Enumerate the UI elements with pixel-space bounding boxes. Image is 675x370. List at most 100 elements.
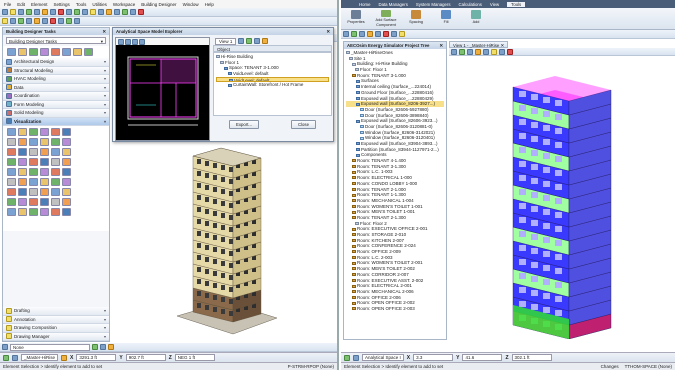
level-manager-icon[interactable] (74, 9, 80, 15)
new-file-icon[interactable] (2, 9, 8, 15)
task-category[interactable]: Solid Modeling ▾ (3, 109, 109, 118)
close-icon[interactable]: ✕ (102, 29, 106, 34)
key-in-icon[interactable] (106, 9, 112, 15)
color-icon[interactable] (100, 344, 106, 350)
z-coordinate[interactable]: 302.1 ft (511, 354, 552, 361)
y-coordinate[interactable]: 41.6 (462, 354, 503, 361)
lock-icon[interactable] (138, 9, 144, 15)
visualization-tool-icon[interactable] (51, 148, 60, 156)
zoom-in-icon[interactable] (459, 48, 465, 55)
pan-view-icon[interactable] (491, 48, 497, 55)
class-icon[interactable] (391, 31, 397, 37)
visualization-tool-icon[interactable] (51, 168, 60, 176)
visualization-tool-icon[interactable] (62, 178, 71, 186)
x-coordinate[interactable]: 3291.3 ft (76, 354, 117, 361)
priority-icon[interactable] (50, 18, 56, 24)
ribbon-button[interactable]: Properties (345, 10, 367, 27)
visualization-tool-icon[interactable] (7, 188, 16, 196)
visualization-tool-icon[interactable] (7, 208, 16, 216)
pan-view-icon[interactable] (139, 38, 145, 45)
object-column-header[interactable]: Object (213, 45, 332, 52)
visualization-tool-icon[interactable] (29, 138, 38, 146)
visualization-tool-icon[interactable] (29, 128, 38, 136)
task-category[interactable]: Drawing Composition ▾ (3, 324, 109, 333)
fence-icon[interactable] (18, 48, 27, 56)
task-category[interactable]: Drafting ▾ (3, 307, 109, 316)
snap-mode-icon[interactable] (353, 354, 359, 361)
fit-view-icon[interactable] (475, 48, 481, 55)
visualization-tool-icon[interactable] (29, 198, 38, 206)
element-icon[interactable] (351, 31, 357, 37)
accudraw-icon[interactable] (3, 354, 9, 361)
print-icon[interactable] (26, 9, 32, 15)
snap-icon[interactable] (66, 18, 72, 24)
close-icon[interactable]: ✕ (326, 29, 330, 34)
active-level[interactable]: TTHOM-SPACE (None) (625, 364, 672, 369)
zoom-out-icon[interactable] (467, 48, 473, 55)
visualization-tool-icon[interactable] (7, 178, 16, 186)
view-select[interactable]: Analytical Space I (362, 354, 404, 361)
visualization-tool-icon[interactable] (51, 198, 60, 206)
visualization-tool-icon[interactable] (7, 148, 16, 156)
visualization-tool-icon[interactable] (51, 208, 60, 216)
export-button[interactable]: Export... (228, 120, 259, 129)
close-icon[interactable]: ✕ (500, 43, 504, 48)
select-icon[interactable] (343, 31, 349, 37)
template-icon[interactable] (58, 18, 64, 24)
visualization-tool-icon[interactable] (40, 178, 49, 186)
active-level[interactable]: P-STRM-RPOP (None) (288, 364, 334, 369)
move-icon[interactable] (29, 48, 38, 56)
undo-icon[interactable] (58, 9, 64, 15)
z-coordinate[interactable]: NEG 1 ft (174, 354, 215, 361)
visualization-tool-icon[interactable] (51, 188, 60, 196)
ribbon-tab[interactable]: Calculations (459, 2, 482, 7)
visualization-tool-icon[interactable] (40, 168, 49, 176)
ribbon-tab[interactable]: System Managers (416, 2, 451, 7)
level-dropdown[interactable]: None (10, 343, 90, 351)
references-icon[interactable] (82, 9, 88, 15)
view-select[interactable]: View 1 (215, 37, 237, 45)
visualization-tool-icon[interactable] (18, 148, 27, 156)
task-category[interactable]: Drawing Manager ▾ (3, 332, 109, 341)
task-category[interactable]: Coordination ▾ (3, 92, 109, 101)
accudraw-icon[interactable] (344, 354, 350, 361)
visualization-tool-icon[interactable] (51, 178, 60, 186)
ribbon-button[interactable]: Fill (435, 10, 457, 27)
visualization-tool-icon[interactable] (7, 128, 16, 136)
menu-item[interactable]: Building Designer (139, 2, 178, 7)
view-tab[interactable]: View 1 - _Master-HiRise ✕ (449, 41, 509, 48)
view-select[interactable]: _Master-HiRise (21, 354, 59, 361)
energy-model-3d-render[interactable] (449, 57, 675, 339)
zoom-in-icon[interactable] (118, 38, 124, 45)
ribbon-button[interactable]: Spacing (405, 10, 427, 27)
raster-icon[interactable] (90, 9, 96, 15)
visualization-tool-icon[interactable] (7, 158, 16, 166)
visualization-tool-icon[interactable] (51, 128, 60, 136)
element-attributes-icon[interactable] (2, 18, 8, 24)
zoom-out-icon[interactable] (125, 38, 131, 45)
redo-icon[interactable] (66, 9, 72, 15)
visualization-tool-icon[interactable] (40, 188, 49, 196)
ribbon-tab[interactable]: View (490, 2, 499, 7)
floor-plan-preview[interactable] (116, 45, 209, 140)
menu-item[interactable]: Tools (74, 2, 89, 7)
view-attributes-icon[interactable] (451, 48, 457, 55)
visualization-tool-icon[interactable] (7, 198, 16, 206)
ribbon-tab[interactable]: Data Managers (378, 2, 407, 7)
visualization-tool-icon[interactable] (18, 158, 27, 166)
visualization-tool-icon[interactable] (18, 128, 27, 136)
menu-item[interactable]: File (2, 2, 13, 7)
menu-item[interactable]: Element (29, 2, 50, 7)
models-icon[interactable] (98, 9, 104, 15)
scale-icon[interactable] (62, 48, 71, 56)
menu-item[interactable]: Workspace (111, 2, 137, 7)
rotate-view-icon[interactable] (483, 48, 489, 55)
refresh-icon[interactable] (246, 38, 253, 44)
visualization-tool-icon[interactable] (29, 208, 38, 216)
menu-item[interactable]: Edit (15, 2, 27, 7)
ribbon-button[interactable]: Add Surface Component (375, 10, 397, 27)
snap-mode-icon[interactable] (12, 354, 18, 361)
close-icon[interactable]: ✕ (439, 43, 443, 48)
visualization-tool-icon[interactable] (40, 208, 49, 216)
transparency-icon[interactable] (34, 18, 40, 24)
